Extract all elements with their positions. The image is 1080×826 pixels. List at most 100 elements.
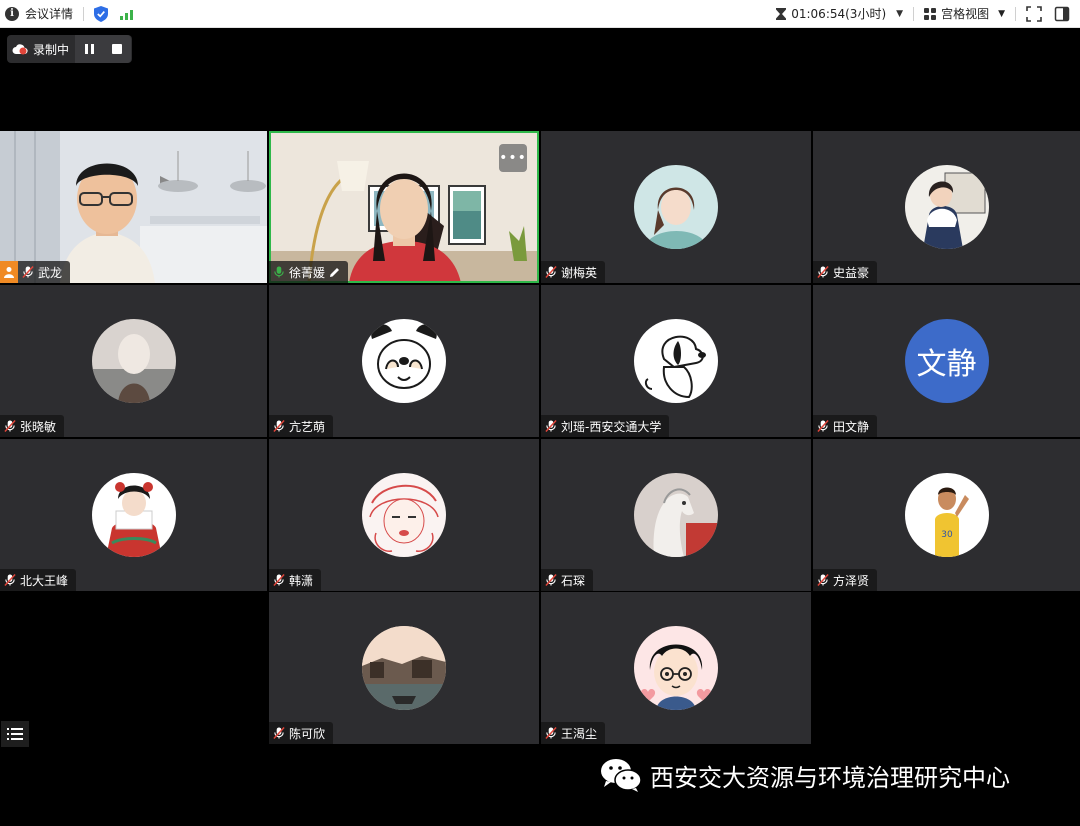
mic-muted-icon[interactable]	[545, 419, 557, 433]
participant-tile[interactable]: 亢艺萌	[269, 285, 539, 437]
participant-name: 石琛	[561, 573, 586, 588]
watermark-text: 西安交大资源与环境治理研究中心	[650, 763, 1010, 792]
avatar-initials: 文静	[916, 347, 977, 382]
participant-avatar	[91, 319, 176, 403]
participant-name: 亢艺萌	[289, 419, 326, 434]
participant-name: 田文静	[833, 419, 870, 434]
mic-muted-icon[interactable]	[4, 573, 16, 587]
info-icon[interactable]: i	[5, 6, 19, 21]
participant-avatar	[91, 473, 176, 557]
participant-tile-video[interactable]: 武龙	[0, 131, 267, 283]
shield-icon[interactable]	[94, 5, 109, 22]
mic-muted-icon[interactable]	[817, 265, 829, 279]
sidebar-icon[interactable]	[1054, 6, 1070, 22]
mic-muted-icon[interactable]	[4, 419, 16, 433]
participant-nametag: 亢艺萌	[269, 415, 334, 437]
participant-name: 陈可欣	[289, 726, 326, 741]
participant-name: 方泽贤	[833, 573, 870, 588]
participant-avatar-initials: 文静	[904, 319, 989, 403]
participant-tile[interactable]: 张晓敏	[0, 285, 267, 437]
participant-nametag: 徐菁媛	[269, 261, 349, 283]
participant-nametag: 谢梅英	[541, 261, 606, 283]
participant-avatar	[362, 473, 446, 557]
participant-avatar	[362, 319, 446, 403]
participant-avatar	[904, 165, 989, 249]
participant-avatar	[634, 473, 718, 557]
participant-name: 史益豪	[833, 265, 870, 280]
more-options-button[interactable]: •••	[499, 144, 527, 172]
hourglass-icon	[776, 7, 787, 20]
view-mode-button[interactable]: 宫格视图 ▼	[924, 5, 1005, 22]
stop-recording-button[interactable]	[103, 35, 131, 63]
participant-nametag: 方泽贤	[813, 569, 878, 591]
divider	[913, 6, 915, 21]
top-bar: i 会议详情 01:06:54(3小时) ▼ 宫格视图 ▼	[0, 0, 1080, 28]
participant-avatar	[362, 626, 446, 710]
chevron-down-icon[interactable]: ▼	[896, 9, 903, 19]
mic-muted-icon[interactable]	[545, 573, 557, 587]
mic-muted-icon[interactable]	[273, 726, 285, 740]
participant-nametag: 石琛	[541, 569, 594, 591]
meeting-timer[interactable]: 01:06:54(3小时)	[776, 5, 886, 22]
mic-muted-icon[interactable]	[273, 573, 285, 587]
mic-muted-icon[interactable]	[22, 265, 34, 279]
signal-icon[interactable]	[120, 8, 134, 20]
participant-avatar	[634, 165, 718, 249]
mic-muted-icon[interactable]	[817, 573, 829, 587]
participant-tile[interactable]: 刘瑶-西安交通大学	[541, 285, 811, 437]
list-menu-icon	[7, 728, 23, 740]
mic-on-icon[interactable]	[273, 265, 285, 279]
participant-tile[interactable]: 陈可欣	[269, 592, 539, 744]
pencil-icon[interactable]	[329, 267, 340, 278]
participant-name: 韩潇	[289, 573, 314, 588]
participant-nametag: 张晓敏	[0, 415, 65, 437]
recording-indicator: 录制中	[7, 35, 132, 63]
participant-avatar	[634, 319, 718, 403]
mic-muted-icon[interactable]	[273, 419, 285, 433]
svg-text:30: 30	[941, 530, 953, 540]
participant-tile[interactable]: 韩潇	[269, 439, 539, 591]
participant-nametag: 韩潇	[269, 569, 322, 591]
meeting-details-label[interactable]: 会议详情	[25, 5, 73, 22]
participant-name: 武龙	[38, 265, 63, 280]
participant-name: 徐菁媛	[289, 265, 326, 280]
participant-nametag: 刘瑶-西安交通大学	[541, 415, 670, 437]
cloud-record-icon	[12, 44, 28, 55]
chevron-down-icon: ▼	[998, 8, 1005, 19]
fullscreen-icon[interactable]	[1026, 5, 1042, 22]
mic-muted-icon[interactable]	[545, 726, 557, 740]
participant-name: 刘瑶-西安交通大学	[561, 419, 662, 434]
participant-tile-active-speaker[interactable]: ••• 徐菁媛	[269, 131, 539, 283]
list-menu-button[interactable]	[1, 721, 29, 747]
wechat-icon	[601, 759, 642, 792]
pause-recording-button[interactable]	[75, 35, 103, 63]
mic-muted-icon[interactable]	[817, 419, 829, 433]
participant-nametag: 王渴尘	[541, 722, 606, 744]
participant-tile[interactable]: 王渴尘	[541, 592, 811, 744]
duration-text: 01:06:54(3小时)	[791, 7, 887, 21]
wechat-watermark: 西安交大资源与环境治理研究中心	[600, 757, 1010, 793]
participant-tile[interactable]: 30 方泽贤	[813, 439, 1080, 591]
mic-muted-icon[interactable]	[545, 265, 557, 279]
participant-name: 王渴尘	[561, 726, 598, 741]
participant-tile[interactable]: 文静 田文静	[813, 285, 1080, 437]
participant-name: 北大王峰	[20, 573, 69, 588]
more-icon: •••	[499, 150, 527, 166]
divider	[83, 6, 85, 21]
stop-icon	[112, 44, 122, 54]
pause-icon	[84, 44, 94, 54]
participant-tile[interactable]: 史益豪	[813, 131, 1080, 283]
participant-nametag: 陈可欣	[269, 722, 334, 744]
participant-avatar	[634, 626, 718, 710]
participant-tile[interactable]: 北大王峰	[0, 439, 267, 591]
participant-tile[interactable]: 石琛	[541, 439, 811, 591]
participant-nametag: 田文静	[813, 415, 878, 437]
host-icon	[0, 261, 18, 283]
divider	[1015, 6, 1016, 21]
view-mode-label: 宫格视图	[941, 7, 990, 21]
participant-tile[interactable]: 谢梅英	[541, 131, 811, 283]
participant-nametag: 史益豪	[813, 261, 878, 283]
participant-nametag: 武龙	[18, 261, 71, 283]
participant-name: 张晓敏	[20, 419, 57, 434]
participant-name: 谢梅英	[561, 265, 598, 280]
